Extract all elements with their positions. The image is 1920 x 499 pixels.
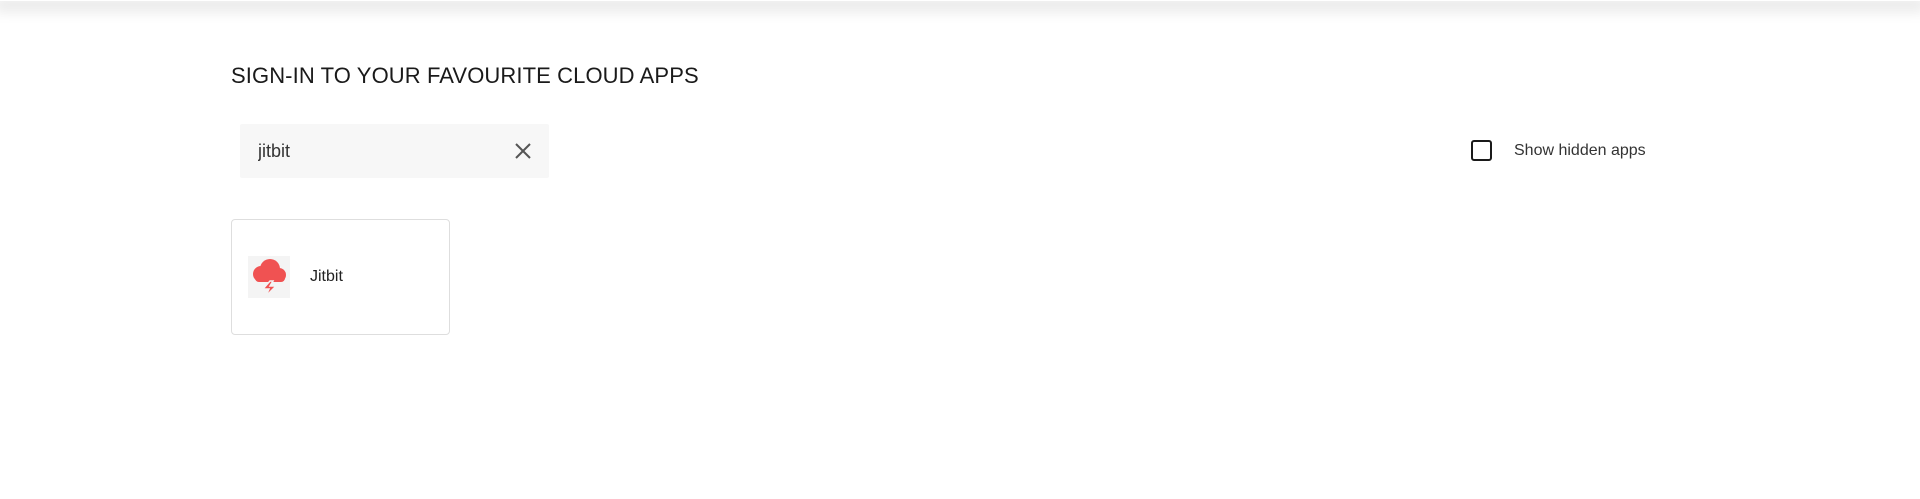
clear-search-button[interactable] xyxy=(511,139,535,163)
app-logo xyxy=(248,256,290,298)
app-name: Jitbit xyxy=(310,268,343,285)
show-hidden-apps-checkbox[interactable] xyxy=(1471,140,1492,161)
show-hidden-apps-label: Show hidden apps xyxy=(1514,141,1646,159)
cloud-lightning-icon xyxy=(253,259,286,297)
page-title: SIGN-IN TO YOUR FAVOURITE CLOUD APPS xyxy=(231,63,699,88)
show-hidden-apps-toggle[interactable]: Show hidden apps xyxy=(1471,140,1646,161)
header-shadow xyxy=(0,0,1920,1)
close-icon xyxy=(515,143,531,159)
search-input[interactable] xyxy=(258,124,498,178)
search-box xyxy=(240,124,549,178)
app-tile-jitbit[interactable]: Jitbit xyxy=(231,219,450,335)
